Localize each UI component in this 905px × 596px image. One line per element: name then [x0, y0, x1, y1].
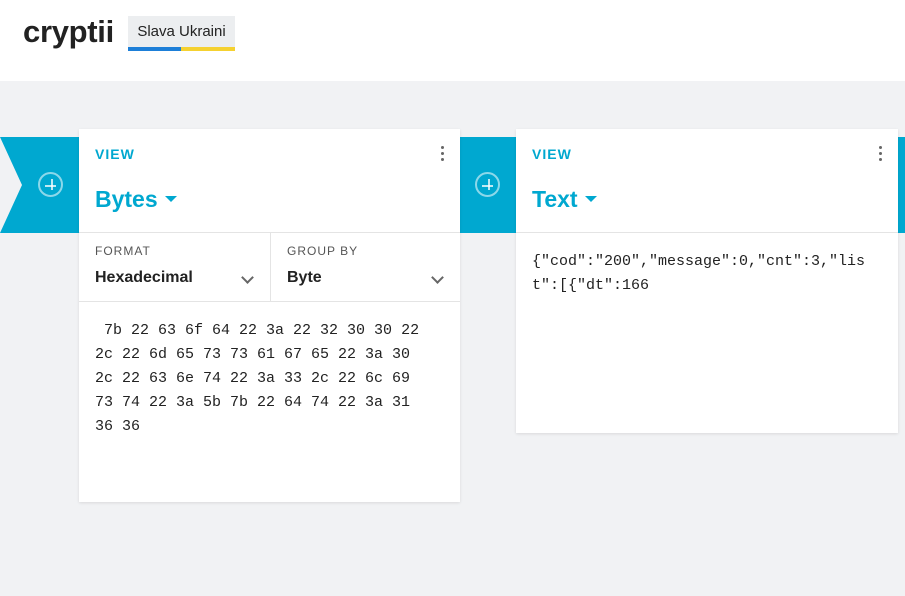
chevron-down-icon: [431, 271, 444, 284]
format-label: FORMAT: [95, 244, 151, 258]
slava-ukraini-badge[interactable]: Slava Ukraini: [128, 16, 235, 51]
app-header: cryptii Slava Ukraini: [0, 0, 905, 81]
badge-stripe-blue: [128, 47, 181, 51]
group-by-label: GROUP BY: [287, 244, 359, 258]
text-card-header: VIEW Text: [516, 129, 898, 233]
chevron-down-icon: [241, 271, 254, 284]
group-by-select[interactable]: GROUP BY Byte: [271, 233, 460, 301]
bytes-view-selector[interactable]: Bytes: [95, 186, 177, 213]
bytes-view-card: VIEW Bytes FORMAT Hexadecimal GROUP BY B…: [79, 129, 460, 502]
format-select[interactable]: FORMAT Hexadecimal: [79, 233, 270, 301]
add-encoder-button-middle[interactable]: [475, 172, 500, 197]
app-logo[interactable]: cryptii: [23, 14, 114, 50]
more-vertical-icon[interactable]: [436, 146, 448, 164]
view-title: Text: [532, 186, 578, 212]
text-view-card: VIEW Text {"cod":"200","message":0,"cnt"…: [516, 129, 898, 433]
add-encoder-button[interactable]: [38, 172, 63, 197]
bytes-card-header: VIEW Bytes: [79, 129, 460, 233]
badge-label: Slava Ukraini: [137, 23, 226, 40]
caret-down-icon: [584, 195, 597, 202]
badge-stripe-yellow: [181, 47, 235, 51]
more-vertical-icon[interactable]: [874, 146, 886, 164]
pipeline-right-edge: [897, 137, 905, 233]
text-content-editor[interactable]: {"cod":"200","message":0,"cnt":3,"list":…: [532, 250, 884, 298]
text-view-selector[interactable]: Text: [532, 186, 597, 213]
bytes-content-editor[interactable]: 7b 22 63 6f 64 22 3a 22 32 30 30 22 2c 2…: [95, 319, 445, 439]
bytes-settings-row: FORMAT Hexadecimal GROUP BY Byte: [79, 233, 460, 302]
view-title: Bytes: [95, 186, 158, 212]
view-section-label: VIEW: [532, 146, 572, 162]
view-section-label: VIEW: [95, 146, 135, 162]
group-by-value: Byte: [287, 269, 322, 286]
caret-down-icon: [164, 195, 177, 202]
format-value: Hexadecimal: [95, 269, 193, 286]
